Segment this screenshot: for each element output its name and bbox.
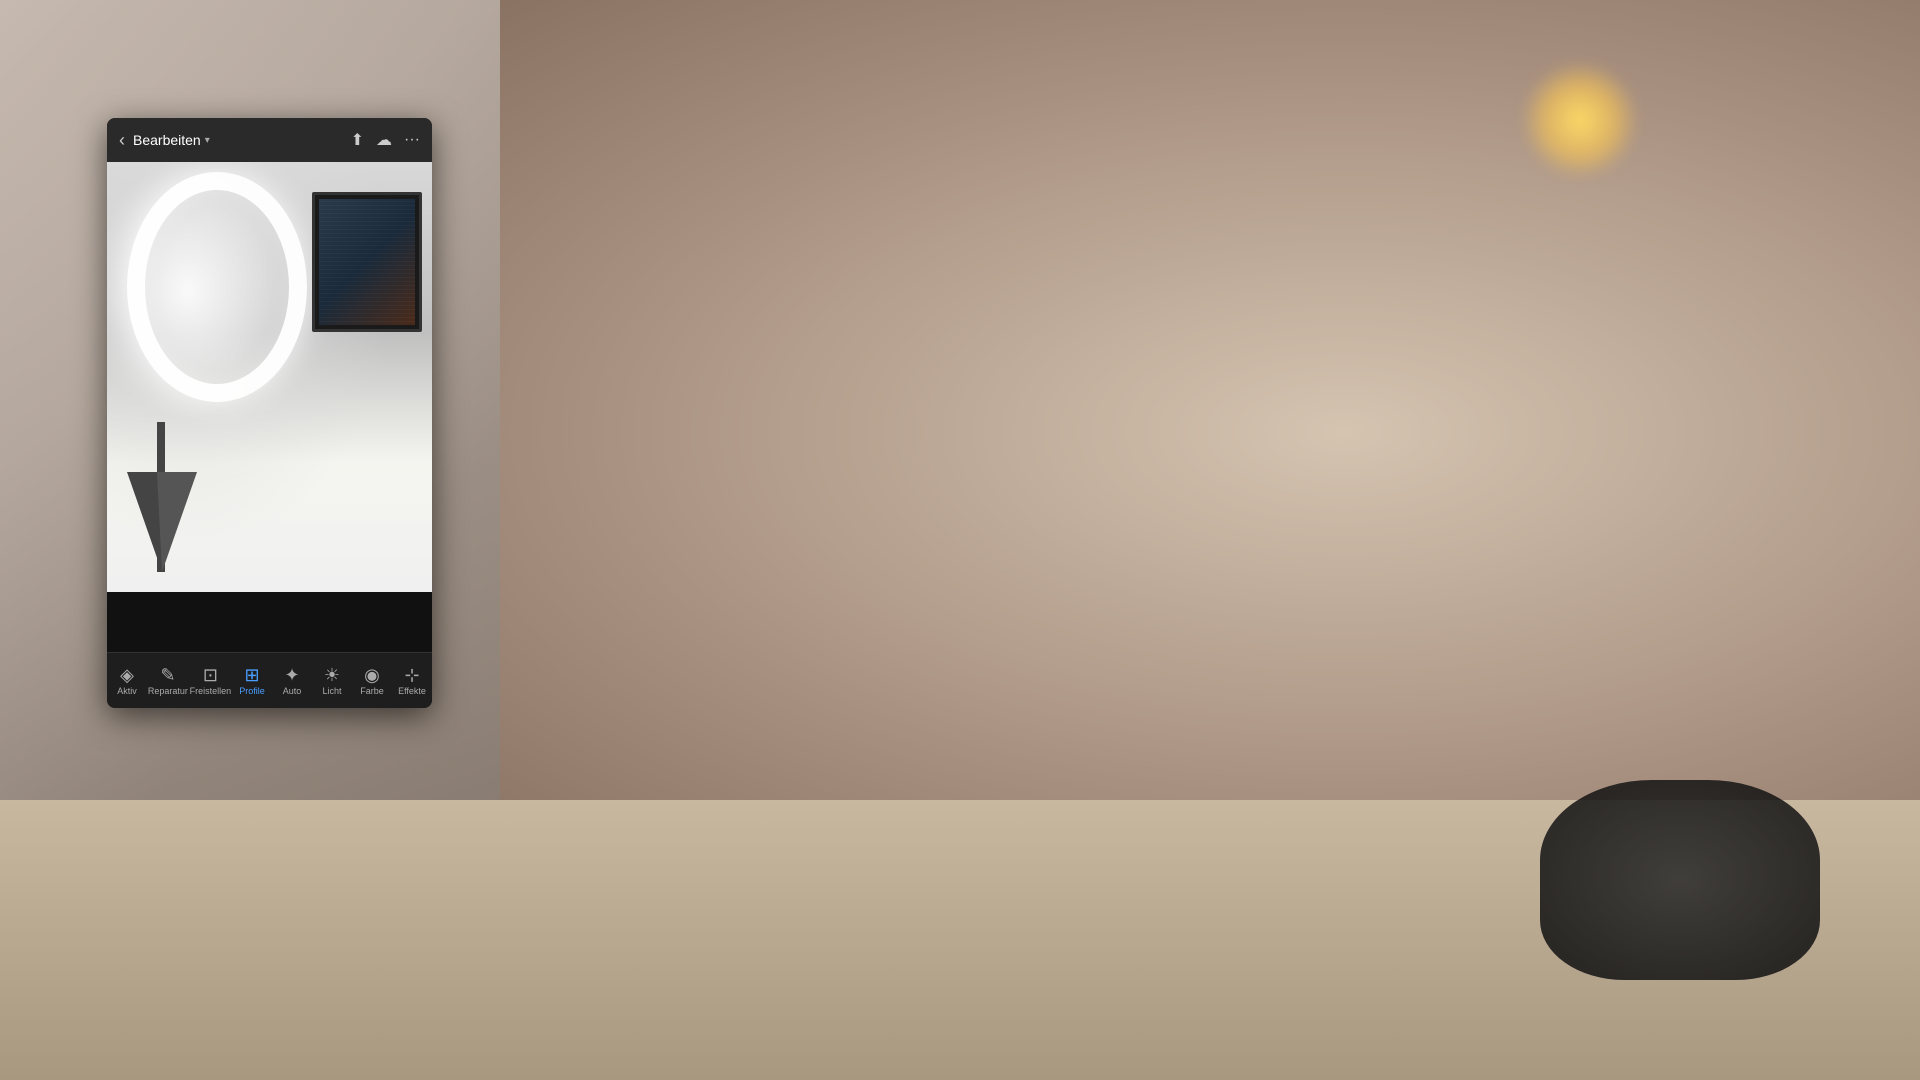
freistellen-label: Freistellen — [190, 686, 232, 696]
video-background: ‹ Bearbeiten ▾ ⬆ ☁ ··· — [0, 0, 1920, 1080]
toolbar-item-profile[interactable]: ⊞ Profile — [232, 662, 272, 700]
topbar-title: Bearbeiten ▾ — [133, 132, 210, 148]
share-icon[interactable]: ⬆ — [351, 130, 364, 150]
topbar-left: ‹ Bearbeiten ▾ — [119, 130, 210, 151]
photo-editing-area — [107, 162, 432, 592]
phone-lightroom-ui: ‹ Bearbeiten ▾ ⬆ ☁ ··· — [107, 118, 432, 708]
desk-lamp-glow — [1520, 60, 1640, 180]
dropdown-arrow-icon[interactable]: ▾ — [205, 135, 210, 146]
effekte-label: Effekte — [398, 686, 426, 696]
more-options-icon[interactable]: ··· — [404, 131, 420, 149]
toolbar-item-licht[interactable]: ☀ Licht — [312, 662, 352, 700]
photo-ring-light — [127, 172, 307, 402]
freistellen-icon: ⊡ — [203, 666, 218, 684]
toolbar-item-freistellen[interactable]: ⊡ Freistellen — [189, 662, 232, 700]
licht-icon: ☀ — [324, 666, 340, 684]
toolbar-item-auto[interactable]: ✦ Auto — [272, 662, 312, 700]
photo-monitor — [312, 192, 422, 332]
cloud-icon[interactable]: ☁ — [376, 130, 392, 150]
reparatur-label: Reparatur — [148, 686, 188, 696]
effekte-icon: ⊹ — [404, 666, 419, 684]
reparatur-icon: ✎ — [160, 666, 175, 684]
photo-tripod — [157, 422, 165, 572]
camera-on-desk — [1540, 780, 1820, 980]
aktiv-label: Aktiv — [117, 686, 137, 696]
lightroom-topbar: ‹ Bearbeiten ▾ ⬆ ☁ ··· — [107, 118, 432, 162]
toolbar-item-farbe[interactable]: ◉ Farbe — [352, 662, 392, 700]
auto-icon: ✦ — [284, 666, 299, 684]
aktiv-icon: ◈ — [120, 666, 134, 684]
topbar-right: ⬆ ☁ ··· — [351, 130, 420, 150]
farbe-label: Farbe — [360, 686, 384, 696]
auto-label: Auto — [283, 686, 302, 696]
histogram-area — [107, 592, 432, 652]
profile-icon: ⊞ — [244, 666, 259, 684]
licht-label: Licht — [322, 686, 341, 696]
edit-title: Bearbeiten — [133, 132, 201, 148]
farbe-icon: ◉ — [364, 666, 380, 684]
profile-label: Profile — [239, 686, 265, 696]
toolbar-item-reparatur[interactable]: ✎ Reparatur — [147, 662, 189, 700]
toolbar-item-aktiv[interactable]: ◈ Aktiv — [107, 662, 147, 700]
back-button[interactable]: ‹ — [119, 130, 125, 151]
lightroom-toolbar: ◈ Aktiv ✎ Reparatur ⊡ Freistellen ⊞ Profile ✦ Aut… — [107, 652, 432, 708]
toolbar-item-effekte[interactable]: ⊹ Effekte — [392, 662, 432, 700]
photo-monitor-screen — [319, 199, 415, 325]
